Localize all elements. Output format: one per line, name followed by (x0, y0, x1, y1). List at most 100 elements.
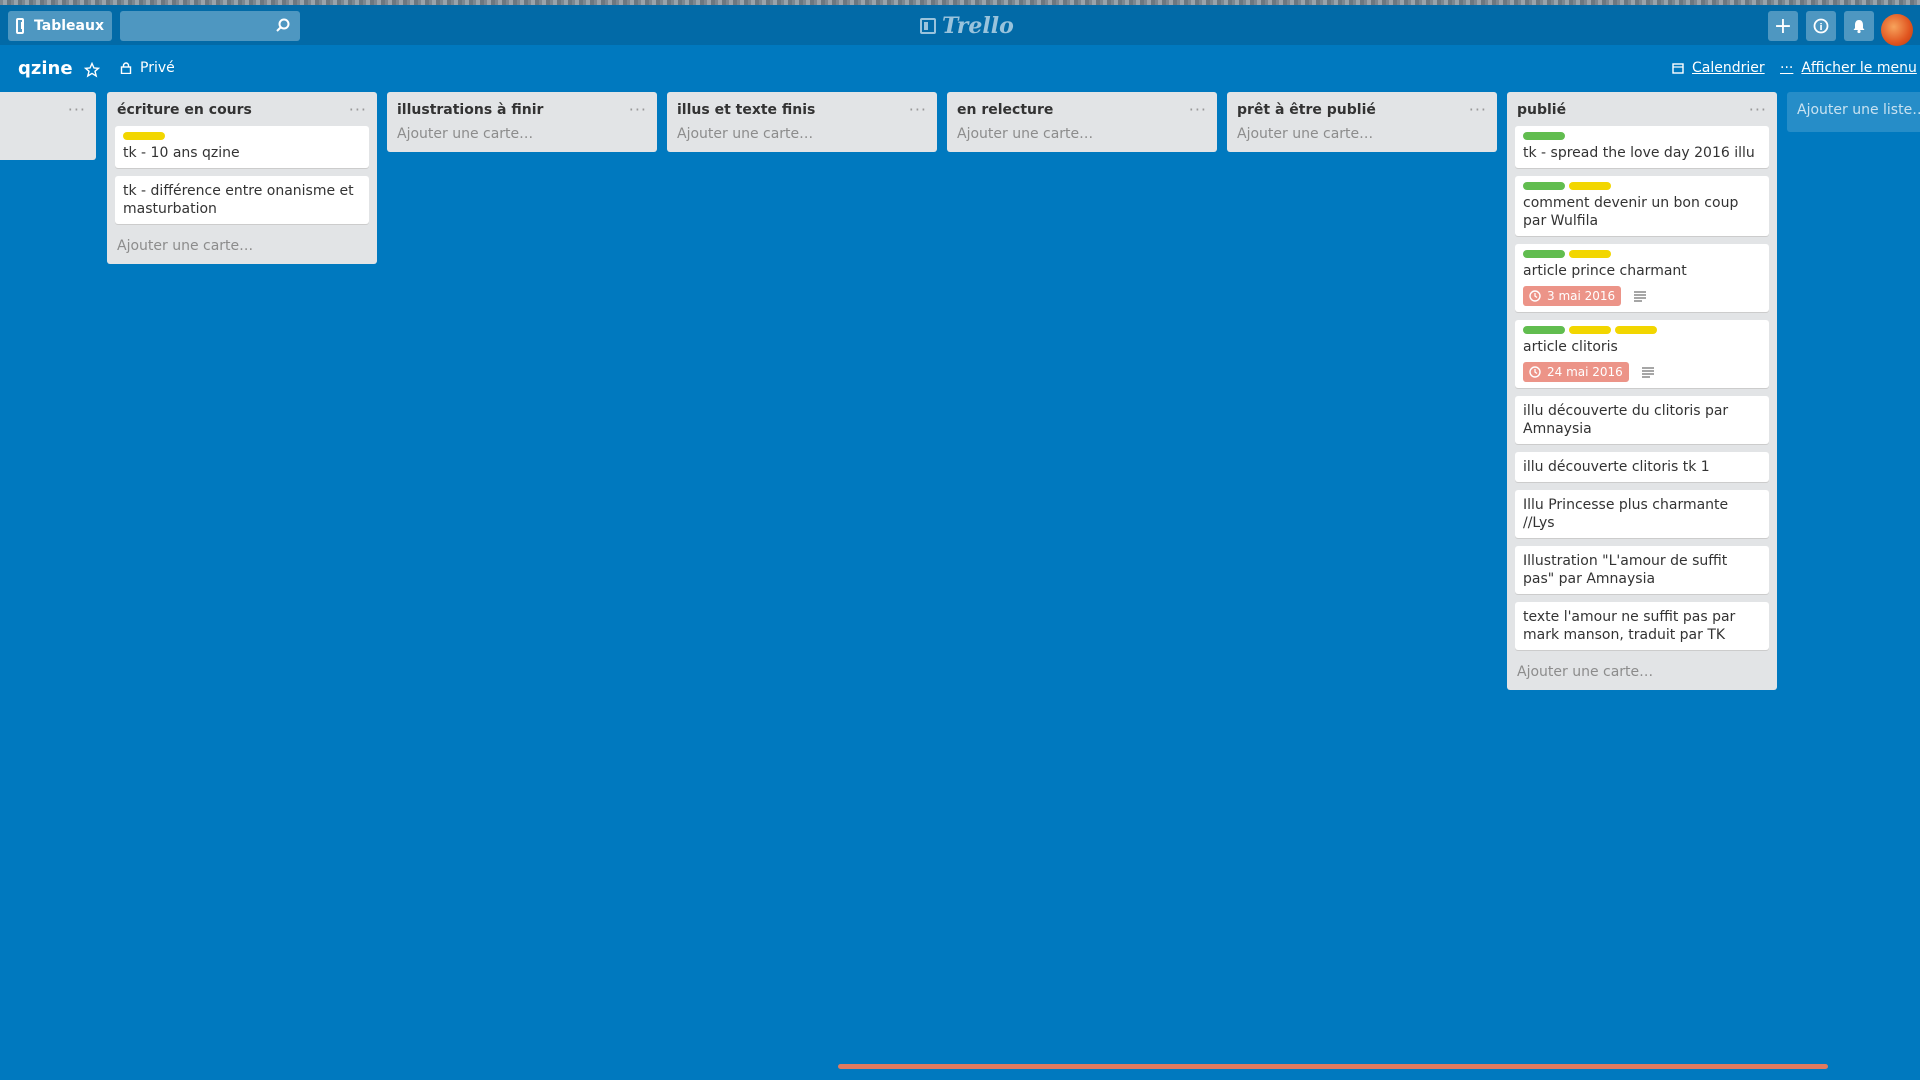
card-title: illu découverte du clitoris par Amnaysia (1523, 403, 1729, 437)
card-badges: 3 mai 2016 (1523, 286, 1761, 306)
due-date-badge: 3 mai 2016 (1523, 286, 1622, 306)
due-date-text: 24 mai 2016 (1547, 365, 1623, 379)
card-labels (1523, 132, 1761, 140)
list-publie: publié ··· tk - spread the love day 2016… (1507, 92, 1777, 690)
card[interactable]: tk - différence entre onanisme et mastur… (115, 176, 369, 224)
label-yellow (1615, 326, 1657, 334)
board-header: qzine Privé Calendrier ··· Afficher le m… (0, 50, 1920, 90)
card-title: tk - différence entre onanisme et mastur… (123, 183, 354, 217)
card-title: tk - spread the love day 2016 illu (1523, 145, 1755, 161)
clock-icon (1529, 366, 1541, 378)
search-icon[interactable] (276, 18, 290, 32)
card[interactable]: article clitoris 24 mai 2016 (1515, 320, 1769, 388)
boards-button-label: Tableaux (34, 18, 104, 34)
calendar-link[interactable]: Calendrier (1672, 60, 1765, 76)
label-green (1523, 326, 1565, 334)
card[interactable]: illu découverte du clitoris par Amnaysia (1515, 396, 1769, 444)
description-icon (1634, 291, 1647, 302)
card[interactable]: Illustration "L'amour de suffit pas" par… (1515, 546, 1769, 594)
card-title: Illu Princesse plus charmante //Lys (1523, 497, 1729, 531)
calendar-label: Calendrier (1692, 60, 1765, 76)
show-menu-link[interactable]: ··· Afficher le menu (1780, 60, 1917, 76)
plus-icon: + (1773, 13, 1793, 39)
description-icon (1641, 367, 1654, 378)
list-menu-icon[interactable]: ··· (629, 100, 647, 119)
list-title[interactable]: illus et texte finis (675, 92, 929, 126)
boards-button[interactable]: Tableaux (8, 11, 112, 41)
list-ecriture-en-cours: écriture en cours ··· tk - 10 ans qzine … (107, 92, 377, 264)
list-title[interactable]: publié (1515, 92, 1769, 126)
card[interactable]: comment devenir un bon coup par Wulfila (1515, 176, 1769, 236)
card-title: article prince charmant (1523, 263, 1687, 279)
avatar[interactable] (1881, 14, 1913, 46)
list-illustrations-a-finir: illustrations à finir ··· Ajouter une ca… (387, 92, 657, 152)
info-button[interactable]: i (1806, 11, 1836, 41)
trello-logo-icon (920, 18, 936, 34)
card[interactable]: tk - 10 ans qzine (115, 126, 369, 168)
label-yellow (1569, 326, 1611, 334)
app-header: Tableaux Trello + i (0, 5, 1920, 46)
svg-text:i: i (1819, 23, 1822, 33)
card-labels (1523, 326, 1761, 334)
privacy-button[interactable]: Privé (120, 60, 175, 76)
label-yellow (123, 132, 165, 140)
star-icon[interactable] (84, 62, 100, 78)
list-title[interactable]: illustrations à finir (395, 92, 649, 126)
add-card-button[interactable]: Ajouter une carte… (115, 232, 369, 256)
trello-logo[interactable]: Trello (920, 13, 1014, 39)
calendar-icon (1672, 63, 1684, 74)
list-menu-icon[interactable]: ··· (349, 100, 367, 119)
list-en-relecture: en relecture ··· Ajouter une carte… (947, 92, 1217, 152)
card[interactable]: Illu Princesse plus charmante //Lys (1515, 490, 1769, 538)
add-card-button[interactable]: Ajouter une carte… (955, 126, 1209, 144)
card-title: texte l'amour ne suffit pas par mark man… (1523, 609, 1736, 643)
card[interactable]: illu découverte clitoris tk 1 (1515, 452, 1769, 482)
list-title[interactable]: en relecture (955, 92, 1209, 126)
list-title[interactable]: prêt à être publié (1235, 92, 1489, 126)
card-labels (123, 132, 361, 140)
add-button[interactable]: + (1768, 11, 1798, 41)
add-card-button[interactable]: Ajouter une carte… (1235, 126, 1489, 144)
notifications-button[interactable] (1844, 11, 1874, 41)
card[interactable]: tk - spread the love day 2016 illu (1515, 126, 1769, 168)
show-menu-label: Afficher le menu (1801, 60, 1917, 76)
card-title: tk - 10 ans qzine (123, 145, 240, 161)
trello-logo-text: Trello (942, 13, 1014, 39)
search-input[interactable] (120, 11, 300, 41)
due-date-text: 3 mai 2016 (1547, 289, 1616, 303)
list-title[interactable]: écriture en cours (115, 92, 369, 126)
card-badges: 24 mai 2016 (1523, 362, 1761, 382)
card[interactable]: article prince charmant 3 mai 2016 (1515, 244, 1769, 312)
list-menu-icon[interactable]: ··· (1469, 100, 1487, 119)
card-labels (1523, 182, 1761, 190)
due-date-badge: 24 mai 2016 (1523, 362, 1629, 382)
board-title[interactable]: qzine (18, 58, 73, 79)
list-menu-icon[interactable]: ··· (1189, 100, 1207, 119)
card-title: Illustration "L'amour de suffit pas" par… (1523, 553, 1728, 587)
list-partial: ··· (0, 92, 96, 160)
info-icon: i (1813, 18, 1829, 34)
card-title: illu découverte clitoris tk 1 (1523, 459, 1710, 475)
horizontal-scrollbar[interactable] (838, 1064, 1828, 1069)
card-title: comment devenir un bon coup par Wulfila (1523, 195, 1739, 229)
list-menu-icon[interactable]: ··· (909, 100, 927, 119)
list-illus-et-texte-finis: illus et texte finis ··· Ajouter une car… (667, 92, 937, 152)
card[interactable]: texte l'amour ne suffit pas par mark man… (1515, 602, 1769, 650)
label-yellow (1569, 250, 1611, 258)
label-green (1523, 182, 1565, 190)
add-card-button[interactable]: Ajouter une carte… (675, 126, 929, 144)
more-icon: ··· (1780, 60, 1794, 76)
add-card-button[interactable]: Ajouter une carte… (1515, 658, 1769, 682)
list-pret-a-etre-publie: prêt à être publié ··· Ajouter une carte… (1227, 92, 1497, 152)
bell-icon (1853, 20, 1865, 34)
privacy-label: Privé (140, 60, 175, 76)
lock-icon (120, 62, 132, 74)
list-menu-icon[interactable]: ··· (1749, 100, 1767, 119)
label-green (1523, 250, 1565, 258)
add-list-button[interactable]: Ajouter une liste… (1787, 92, 1920, 132)
add-card-button[interactable]: Ajouter une carte… (395, 126, 649, 144)
clock-icon (1529, 290, 1541, 302)
card-title: article clitoris (1523, 339, 1618, 355)
list-menu-icon[interactable]: ··· (68, 100, 86, 119)
board-icon (16, 18, 25, 34)
